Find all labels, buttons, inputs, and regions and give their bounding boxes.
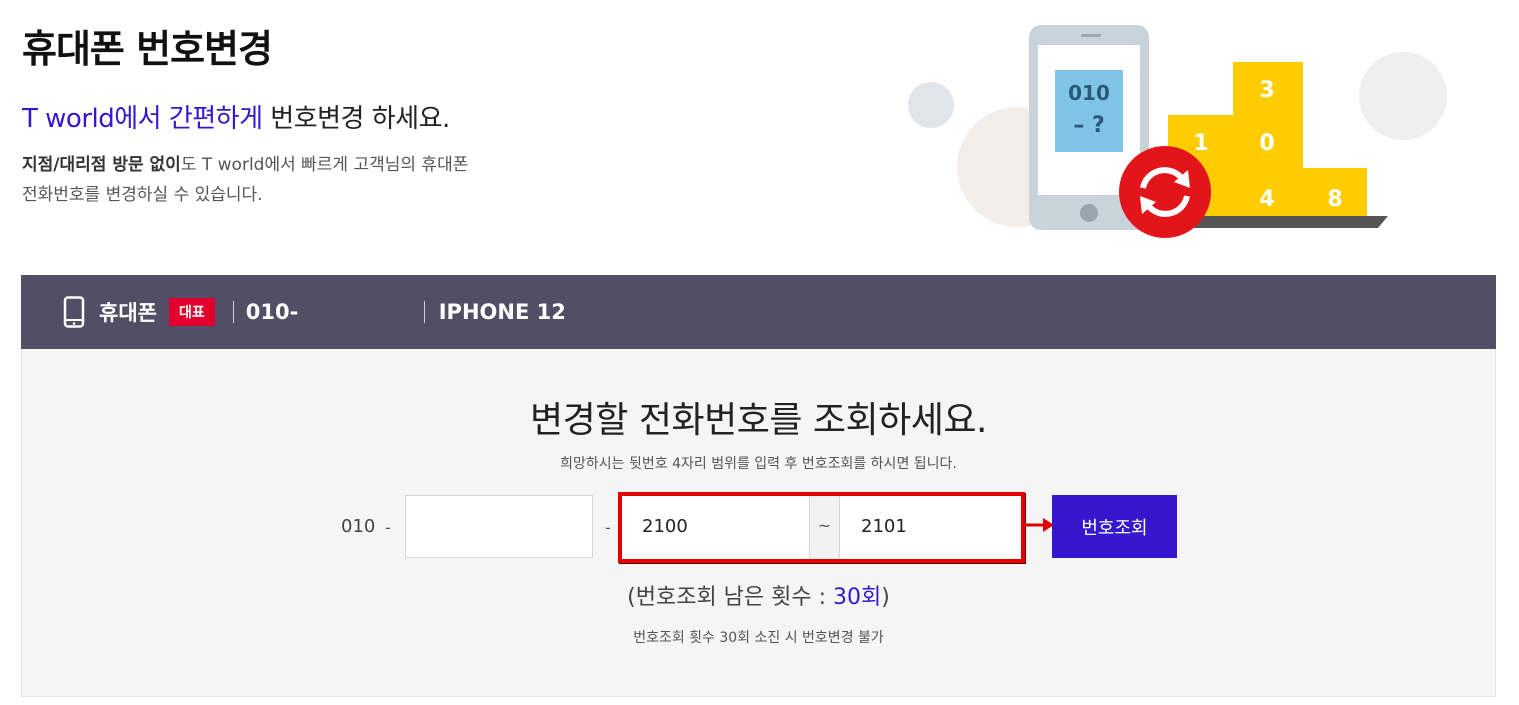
tile-4: 4 [1259,187,1274,212]
number-change-illustration: 010 – ? 3 1 0 4 8 [908,25,1447,238]
page-description: 지점/대리점 방문 없이도 T world에서 빠르게 고객님의 휴대폰 전화번… [22,150,582,210]
middle-digits-input[interactable] [405,495,593,558]
desc-line2: 전화번호를 변경하실 수 있습니다. [22,185,263,205]
screen-line2: – ? [1073,113,1104,138]
device-model: IPHONE 12 [438,300,566,324]
search-limit-notice: 번호조회 횟수 30회 소진 시 번호변경 불가 [633,630,884,646]
tile-3: 3 [1259,78,1274,103]
range-highlight-box: 2100 ~ 2101 [618,492,1025,563]
primary-badge: 대표 [168,298,215,326]
mobile-phone-icon [63,296,85,328]
tile-8: 8 [1327,187,1342,212]
divider [232,301,234,323]
range-from-input[interactable]: 2100 [622,496,810,559]
device-number: 010- [245,300,299,324]
device-type-label: 휴대폰 [99,301,157,325]
range-to-input[interactable]: 2101 [841,496,1021,559]
number-prefix: 010 [341,516,376,537]
dash-separator: - [385,518,391,537]
search-title: 변경할 전화번호를 조회하세요. [530,400,987,441]
screen-line1: 010 [1068,81,1110,105]
desc-bold: 지점/대리점 방문 없이 [22,155,181,175]
page-title: 휴대폰 번호변경 [22,27,273,71]
tile-1: 1 [1193,131,1208,156]
subtitle-accent: T world에서 간편하게 [22,104,263,134]
remaining-count-text: (번호조회 남은 횟수 : 30회) [22,579,1495,611]
range-tilde: ~ [810,496,840,559]
number-search-panel: 변경할 전화번호를 조회하세요. 희망하시는 뒷번호 4자리 범위를 입력 후 … [21,349,1496,697]
remain-prefix: (번호조회 남은 횟수 : [627,585,834,610]
search-guide: 희망하시는 뒷번호 4자리 범위를 입력 후 번호조회를 하시면 됩니다. [560,456,957,472]
arrow-right-icon [1025,518,1054,532]
desc-line1: 도 T world에서 빠르게 고객님의 휴대폰 [180,155,469,175]
number-search-button[interactable]: 번호조회 [1052,495,1177,558]
divider [423,301,425,323]
page-subtitle: T world에서 간편하게 번호변경 하세요. [22,98,450,135]
device-info-bar: 휴대폰 대표 010- IPHONE 12 [21,275,1496,349]
subtitle-rest: 번호변경 하세요. [262,104,450,134]
tile-0: 0 [1259,131,1274,156]
dash-separator: - [605,518,611,537]
remain-count: 30회 [833,585,882,610]
remain-suffix: ) [881,585,890,610]
